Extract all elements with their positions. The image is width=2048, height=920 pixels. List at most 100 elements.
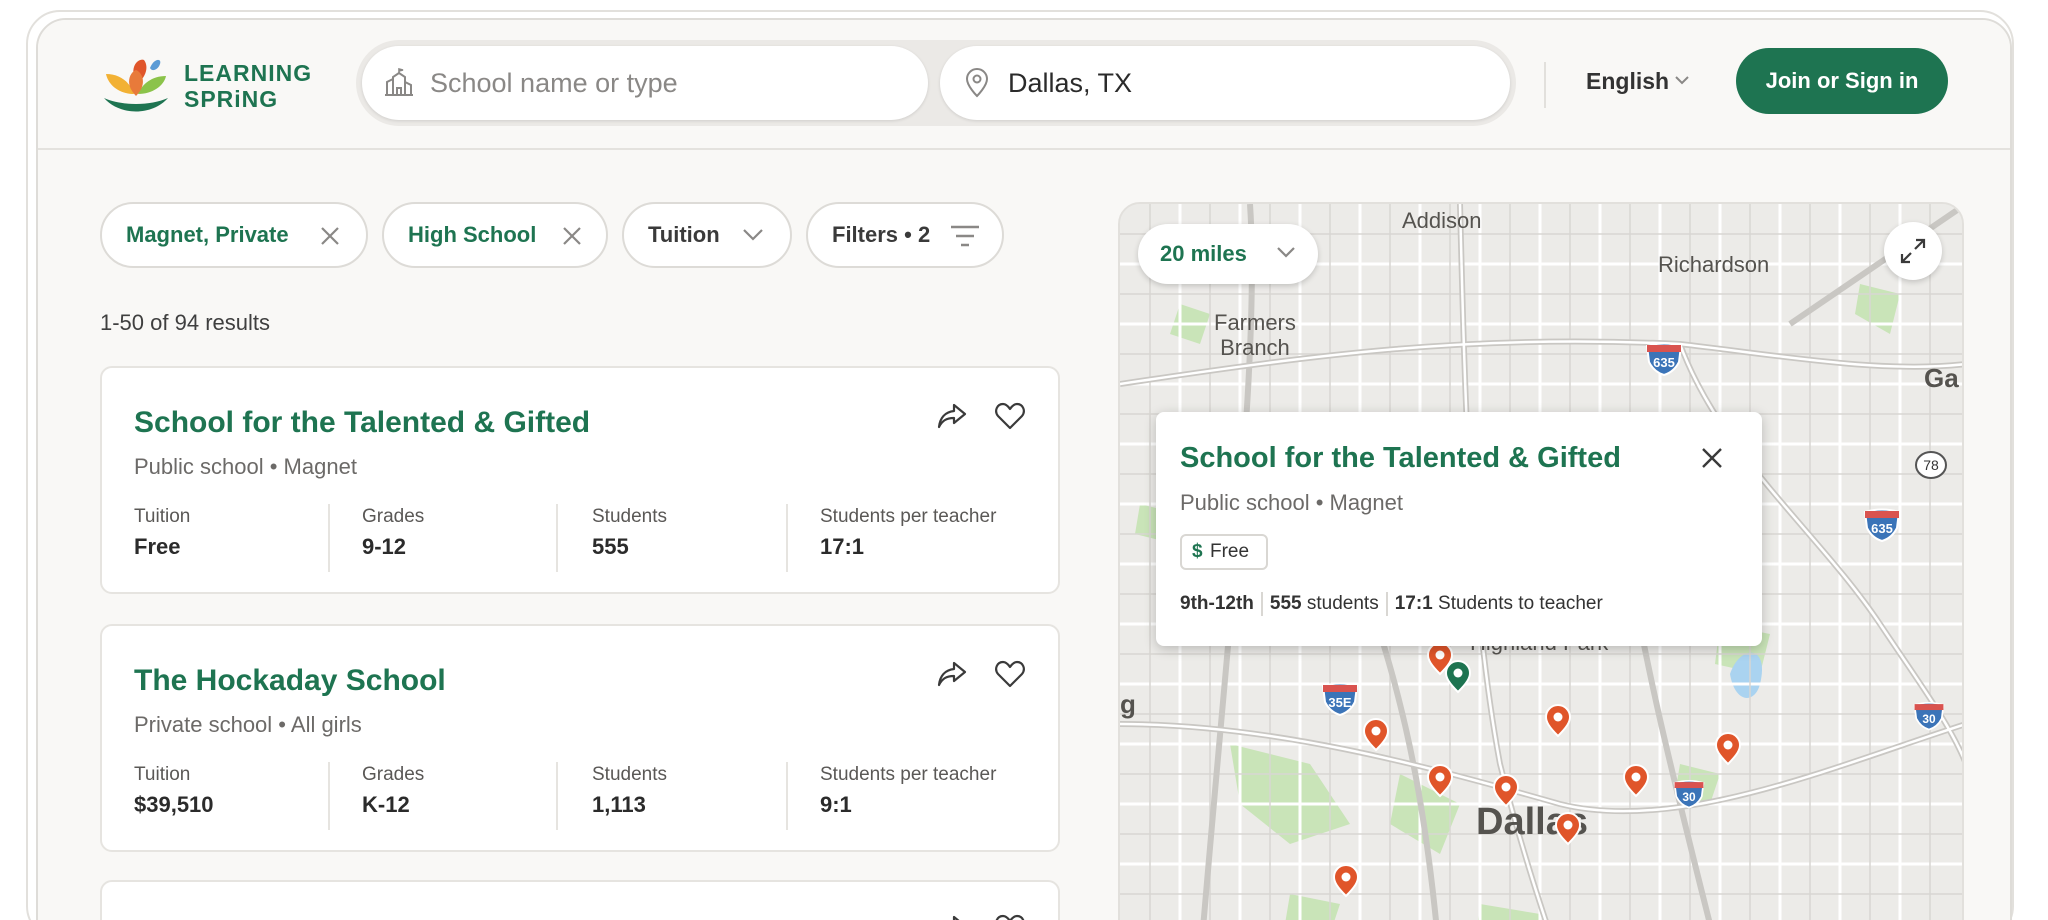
stat-divider xyxy=(556,762,558,830)
popup-grades: 9th-12th xyxy=(1180,593,1254,615)
radius-selector[interactable]: 20 miles xyxy=(1138,224,1318,284)
stat-value: 555 xyxy=(592,534,629,559)
popup-subtitle: Public school • Magnet xyxy=(1180,490,1403,515)
school-search-input[interactable]: School name or type xyxy=(362,46,928,120)
filter-chip-more-filters[interactable]: Filters • 2 xyxy=(806,202,1004,268)
stat-students: Students 1,113 xyxy=(592,762,667,832)
heart-icon[interactable] xyxy=(994,912,1026,920)
stat-grades: Grades 9-12 xyxy=(362,504,424,574)
join-signin-button[interactable]: Join or Sign in xyxy=(1736,48,1948,114)
chevron-down-icon xyxy=(1675,76,1689,85)
stat-ratio: Students per teacher 17:1 xyxy=(820,504,996,574)
stat-value: $39,510 xyxy=(134,792,214,817)
logo-line-1: LEARNING xyxy=(184,60,313,86)
school-building-icon xyxy=(385,68,413,96)
school-pin xyxy=(1427,764,1453,797)
popup-ratio: 17:1 xyxy=(1394,593,1433,615)
header-divider xyxy=(1544,62,1546,108)
stat-label: Grades xyxy=(362,506,425,527)
tuition-badge-label: Free xyxy=(1210,541,1250,562)
stat-label: Tuition xyxy=(134,764,191,785)
expand-map-button[interactable] xyxy=(1884,222,1942,280)
popup-title[interactable]: School for the Talented & Gifted xyxy=(1180,442,1621,475)
stat-divider xyxy=(786,762,788,830)
results-count: 1-50 of 94 results xyxy=(100,310,270,335)
school-pin xyxy=(1715,732,1741,765)
chevron-down-icon xyxy=(1277,247,1295,258)
location-value: Dallas, TX xyxy=(1008,68,1133,98)
stat-label: Grades xyxy=(362,764,425,785)
remove-filter-icon[interactable] xyxy=(318,224,342,248)
stat-grades: Grades K-12 xyxy=(362,762,424,832)
filter-icon xyxy=(951,225,979,247)
filter-chip-grade-level[interactable]: High School xyxy=(382,202,608,268)
share-icon[interactable] xyxy=(936,658,968,690)
school-pin xyxy=(1623,764,1649,797)
stat-label: Students xyxy=(592,506,667,527)
popup-stats: 9th-12th 555 students 17:1 Students to tea… xyxy=(1180,592,1603,616)
logo-text: LEARNING SPRiNG xyxy=(184,60,312,112)
language-label: English xyxy=(1586,68,1670,94)
school-pin xyxy=(1545,704,1571,737)
stat-students: Students 555 xyxy=(592,504,667,574)
remove-filter-icon[interactable] xyxy=(560,224,584,248)
popup-students-word: students xyxy=(1306,593,1379,615)
share-icon[interactable] xyxy=(936,912,968,920)
stat-divider xyxy=(328,504,330,572)
school-pin xyxy=(1333,864,1359,897)
heart-icon[interactable] xyxy=(994,400,1026,432)
school-pin xyxy=(1493,774,1519,807)
stat-label: Students per teacher xyxy=(820,506,997,527)
stat-tuition: Tuition Free xyxy=(134,504,190,574)
school-card[interactable] xyxy=(100,880,1060,920)
app-window: LEARNING SPRiNG School name or type Dall… xyxy=(36,18,2012,920)
school-card-subtitle: Private school • All girls xyxy=(134,712,362,737)
stat-divider xyxy=(786,504,788,572)
language-selector[interactable]: English xyxy=(1586,68,1689,95)
popup-ratio-text: Students to teacher xyxy=(1438,593,1603,615)
stat-value: 9:1 xyxy=(820,792,852,817)
stat-value: Free xyxy=(134,534,181,559)
stat-value: 17:1 xyxy=(820,534,865,559)
dollar-icon: $ xyxy=(1192,541,1203,562)
stat-divider xyxy=(556,504,558,572)
filter-chip-label: Filters • 2 xyxy=(832,222,931,247)
school-card-title[interactable]: The Hockaday School xyxy=(134,664,446,698)
logo[interactable]: LEARNING SPRiNG xyxy=(100,54,330,124)
header: LEARNING SPRiNG School name or type Dall… xyxy=(38,20,2010,150)
popup-students-number: 555 xyxy=(1269,593,1302,615)
location-input[interactable]: Dallas, TX xyxy=(940,46,1510,120)
school-pin-selected xyxy=(1445,660,1471,693)
stat-ratio: Students per teacher 9:1 xyxy=(820,762,996,832)
stat-value: K-12 xyxy=(362,792,410,817)
school-search-placeholder: School name or type xyxy=(430,68,678,98)
logo-line-2: SPRiNG xyxy=(184,86,279,112)
school-card[interactable]: School for the Talented & Gifted Public … xyxy=(100,366,1060,594)
school-card[interactable]: The Hockaday School Private school • All… xyxy=(100,624,1060,852)
filter-chip-school-type[interactable]: Magnet, Private xyxy=(100,202,368,268)
stat-label: Students xyxy=(592,764,667,785)
stat-separator xyxy=(1385,592,1388,616)
chevron-down-icon xyxy=(743,229,763,241)
school-card-title[interactable]: School for the Talented & Gifted xyxy=(134,406,590,440)
stat-label: Students per teacher xyxy=(820,764,997,785)
school-pin xyxy=(1363,718,1389,751)
filter-chip-label: Magnet, Private xyxy=(126,222,289,247)
logo-flower-icon xyxy=(104,59,168,112)
stat-divider xyxy=(328,762,330,830)
share-icon[interactable] xyxy=(936,400,968,432)
map-popup: School for the Talented & Gifted Public … xyxy=(1156,412,1762,646)
heart-icon[interactable] xyxy=(994,658,1026,690)
stat-label: Tuition xyxy=(134,506,191,527)
stat-value: 9-12 xyxy=(362,534,407,559)
filter-chip-tuition[interactable]: Tuition xyxy=(622,202,792,268)
radius-label: 20 miles xyxy=(1160,241,1247,266)
map-panel[interactable]: Addison Richardson Farmers Branch Ga g H… xyxy=(1118,202,1964,920)
close-icon[interactable] xyxy=(1698,444,1726,472)
school-card-subtitle: Public school • Magnet xyxy=(134,454,357,479)
filter-chip-label: High School xyxy=(408,222,537,247)
tuition-badge: $ Free xyxy=(1180,534,1268,570)
search-bar: School name or type Dallas, TX xyxy=(356,40,1516,126)
stat-value: 1,113 xyxy=(592,792,646,817)
expand-icon xyxy=(1900,238,1926,264)
